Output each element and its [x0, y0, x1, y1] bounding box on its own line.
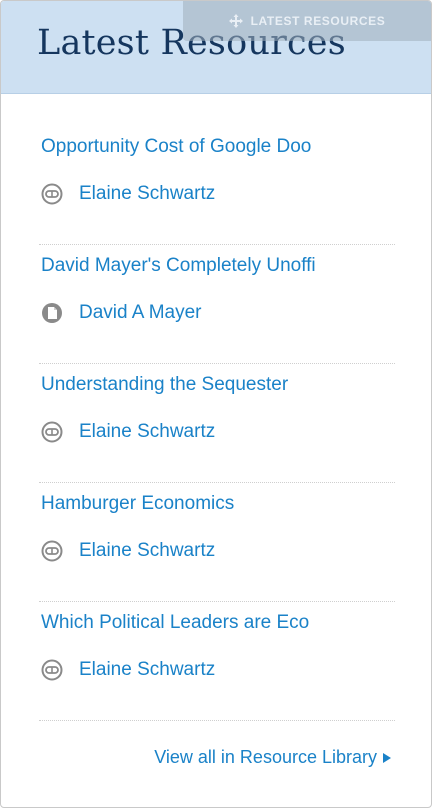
resource-list: Opportunity Cost of Google Doo Elaine Sc…: [39, 126, 395, 721]
resource-title-link[interactable]: Which Political Leaders are Eco: [41, 612, 397, 634]
cc-icon: [41, 540, 63, 562]
author-link[interactable]: Elaine Schwartz: [79, 421, 215, 443]
list-item: David Mayer's Completely Unoffi David A …: [39, 245, 395, 364]
list-item: Which Political Leaders are Eco Elaine S…: [39, 602, 395, 721]
list-item: Hamburger Economics Elaine Schwartz: [39, 483, 395, 602]
drag-handle-label: LATEST RESOURCES: [250, 14, 386, 28]
triangle-right-icon: [383, 752, 391, 763]
resource-title-link[interactable]: Understanding the Sequester: [41, 374, 397, 396]
resource-title-link[interactable]: Hamburger Economics: [41, 493, 397, 515]
author-link[interactable]: Elaine Schwartz: [79, 183, 215, 205]
cc-icon: [41, 659, 63, 681]
list-item: Opportunity Cost of Google Doo Elaine Sc…: [39, 126, 395, 245]
author-link[interactable]: Elaine Schwartz: [79, 659, 215, 681]
view-all-label: View all in Resource Library: [154, 747, 377, 767]
list-item: Understanding the Sequester Elaine Schwa…: [39, 364, 395, 483]
latest-resources-widget: Latest Resources LATEST RESOURCES Opport…: [0, 0, 432, 808]
move-icon: [228, 14, 243, 28]
cc-icon: [41, 183, 63, 205]
widget-header: Latest Resources LATEST RESOURCES: [1, 1, 431, 94]
author-link[interactable]: Elaine Schwartz: [79, 540, 215, 562]
author-link[interactable]: David A Mayer: [79, 302, 202, 324]
cc-icon: [41, 421, 63, 443]
resource-title-link[interactable]: Opportunity Cost of Google Doo: [41, 136, 397, 158]
document-icon: [41, 302, 63, 324]
resource-title-link[interactable]: David Mayer's Completely Unoffi: [41, 255, 397, 277]
view-all-link[interactable]: View all in Resource Library: [154, 747, 391, 768]
drag-handle[interactable]: LATEST RESOURCES: [183, 1, 431, 41]
